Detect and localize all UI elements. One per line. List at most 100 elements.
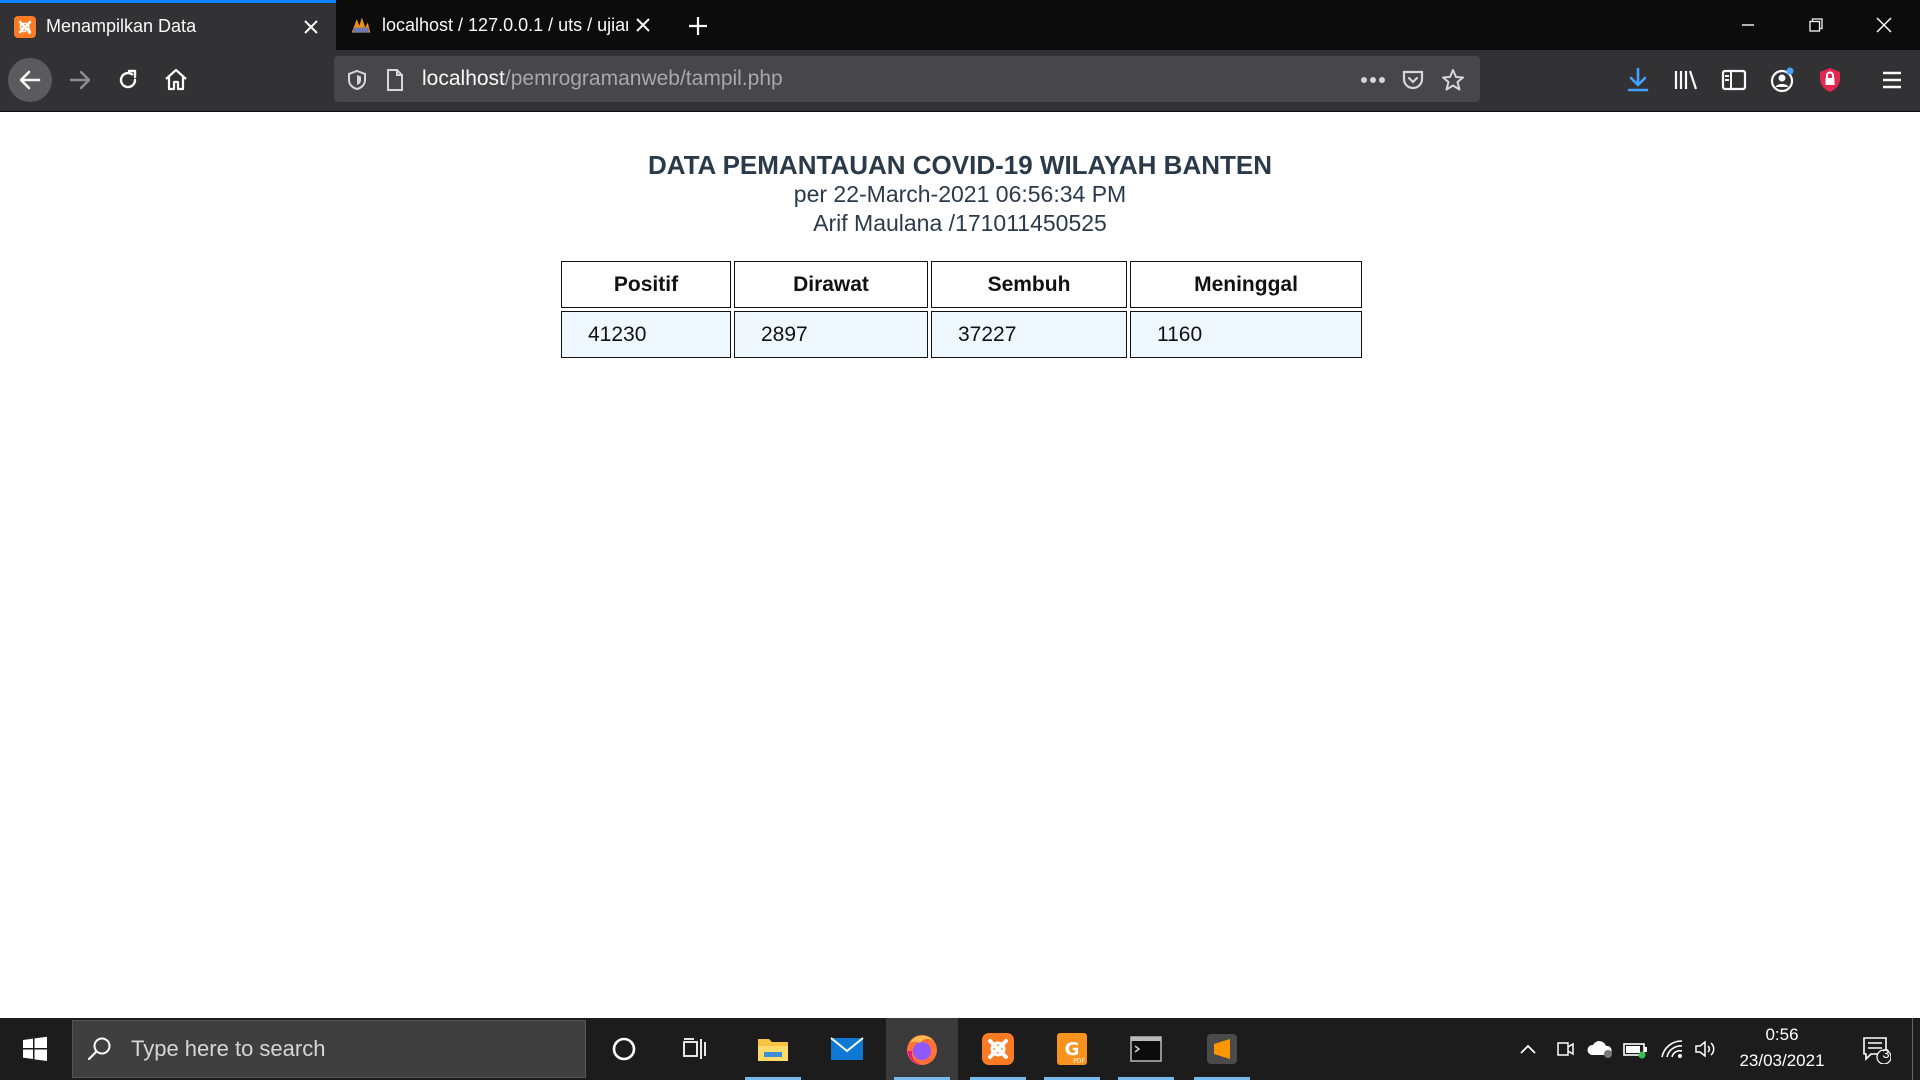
show-hidden-icons-button[interactable]	[1512, 1018, 1544, 1080]
close-tab-icon[interactable]	[296, 12, 326, 42]
report-date: per 22-March-2021 06:56:34 PM	[793, 181, 1127, 207]
tracking-protection-shield-icon[interactable]	[344, 67, 370, 93]
cloud-icon	[1587, 1041, 1612, 1058]
column-header-meninggal: Meninggal	[1130, 261, 1362, 308]
battery-tray[interactable]	[1620, 1018, 1652, 1080]
close-tab-icon[interactable]	[628, 10, 658, 40]
cortana-button[interactable]	[588, 1018, 660, 1080]
terminal-icon	[1130, 1036, 1162, 1062]
wifi-icon	[1661, 1040, 1683, 1058]
meet-now-tray[interactable]	[1550, 1018, 1580, 1080]
downloads-icon[interactable]	[1622, 64, 1654, 96]
battery-icon	[1623, 1043, 1647, 1059]
cell-sembuh: 37227	[931, 311, 1127, 358]
volume-tray[interactable]	[1690, 1018, 1722, 1080]
firefox-icon	[907, 1035, 937, 1065]
minimize-icon	[1742, 24, 1754, 26]
svg-text:G: G	[1065, 1039, 1080, 1060]
taskbar-clock[interactable]: 0:56 23/03/2021	[1720, 1018, 1844, 1080]
pocket-icon[interactable]	[1400, 67, 1426, 93]
xampp-icon: ଋ	[14, 15, 36, 38]
minimize-button[interactable]	[1714, 0, 1782, 50]
clock-time: 0:56	[1765, 1025, 1799, 1044]
start-button[interactable]	[0, 1018, 70, 1080]
arrow-right-icon	[69, 70, 91, 90]
covid-data-table: Positif Dirawat Sembuh Meninggal 41230 2…	[558, 258, 1365, 361]
xampp-taskbar-button[interactable]	[962, 1018, 1034, 1080]
phpmyadmin-icon	[350, 14, 372, 36]
mail-icon	[830, 1037, 864, 1060]
cortana-icon	[612, 1037, 636, 1061]
table-header-row: Positif Dirawat Sembuh Meninggal	[561, 261, 1362, 308]
cell-meninggal: 1160	[1130, 311, 1362, 358]
report-author: Arif Maulana /171011450525	[813, 210, 1107, 236]
sidebar-icon[interactable]	[1718, 64, 1750, 96]
tab-phpmyadmin[interactable]: localhost / 127.0.0.1 / uts / ujian	[336, 0, 668, 50]
tab-title: localhost / 127.0.0.1 / uts / ujian	[382, 14, 628, 35]
file-explorer-icon	[758, 1039, 788, 1061]
windows-logo-icon	[23, 1036, 47, 1061]
show-desktop-button[interactable]	[1912, 1018, 1920, 1080]
windows-taskbar: Type here to search G PDF 0:56 23/03/202…	[0, 1018, 1920, 1080]
tab-menampilkan-data[interactable]: ଋ Menampilkan Data	[0, 0, 336, 50]
sublime-text-icon	[1207, 1034, 1237, 1064]
page-info-icon[interactable]	[382, 67, 408, 93]
page-title: DATA PEMANTAUAN COVID-19 WILAYAH BANTEN	[647, 150, 1273, 180]
firefox-taskbar-button[interactable]	[886, 1018, 958, 1080]
plus-icon	[689, 17, 707, 35]
bookmark-star-icon[interactable]	[1440, 67, 1466, 93]
column-header-dirawat: Dirawat	[734, 261, 928, 308]
hamburger-menu-icon[interactable]	[1876, 64, 1908, 96]
extension-lock-icon[interactable]	[1814, 64, 1846, 96]
task-view-button[interactable]	[660, 1018, 732, 1080]
url-host: localhost	[422, 67, 505, 90]
restore-icon	[1809, 18, 1823, 32]
pdf-app-button[interactable]: G PDF	[1036, 1018, 1108, 1080]
page-actions-ellipsis-icon[interactable]	[1360, 67, 1386, 93]
onedrive-tray[interactable]	[1584, 1018, 1616, 1080]
camera-icon	[1557, 1042, 1574, 1056]
tab-title: Menampilkan Data	[46, 16, 197, 36]
speaker-icon	[1695, 1040, 1715, 1058]
xampp-icon	[982, 1033, 1014, 1065]
chevron-up-icon	[1520, 1044, 1536, 1054]
cell-positif: 41230	[561, 311, 731, 358]
column-header-positif: Positif	[561, 261, 731, 308]
restore-button[interactable]	[1782, 0, 1850, 50]
taskbar-search[interactable]: Type here to search	[72, 1020, 586, 1078]
new-tab-button[interactable]	[680, 8, 716, 44]
column-header-sembuh: Sembuh	[931, 261, 1127, 308]
url-path: /pemrogramanweb/tampil.php	[504, 67, 783, 90]
mail-button[interactable]	[811, 1018, 883, 1080]
tab-bar: ଋ Menampilkan Data localhost / 127.0.0.1…	[0, 0, 1920, 50]
close-icon	[1876, 17, 1892, 33]
account-icon[interactable]	[1766, 64, 1798, 96]
task-view-icon	[683, 1038, 706, 1059]
sublime-text-button[interactable]	[1186, 1018, 1258, 1080]
pdf-icon: GPDF	[1057, 1033, 1087, 1065]
home-button[interactable]	[154, 58, 198, 102]
page-content: DATA PEMANTAUAN COVID-19 WILAYAH BANTEN …	[0, 112, 1920, 1018]
svg-text:PDF: PDF	[1073, 1058, 1085, 1065]
terminal-button[interactable]	[1110, 1018, 1182, 1080]
library-icon[interactable]	[1670, 64, 1702, 96]
report-heading: DATA PEMANTAUAN COVID-19 WILAYAH BANTEN …	[0, 150, 1920, 238]
action-center-button[interactable]: 3	[1852, 1018, 1900, 1080]
search-icon	[87, 1037, 111, 1061]
url-text[interactable]: localhost/pemrogramanweb/tampil.php	[422, 67, 783, 91]
cell-dirawat: 2897	[734, 311, 928, 358]
forward-button[interactable]	[58, 58, 102, 102]
navigation-toolbar: localhost/pemrogramanweb/tampil.php	[0, 50, 1920, 112]
search-placeholder: Type here to search	[131, 1036, 326, 1061]
home-icon	[165, 68, 187, 91]
close-window-button[interactable]	[1850, 0, 1918, 50]
clock-date: 23/03/2021	[1739, 1051, 1825, 1070]
notification-count: 3	[1882, 1046, 1890, 1061]
address-bar[interactable]: localhost/pemrogramanweb/tampil.php	[334, 56, 1480, 102]
back-button[interactable]	[8, 58, 52, 102]
reload-button[interactable]	[106, 58, 150, 102]
arrow-left-icon	[19, 70, 41, 90]
table-row: 41230 2897 37227 1160	[561, 311, 1362, 358]
file-explorer-button[interactable]	[737, 1018, 809, 1080]
network-tray[interactable]	[1656, 1018, 1688, 1080]
